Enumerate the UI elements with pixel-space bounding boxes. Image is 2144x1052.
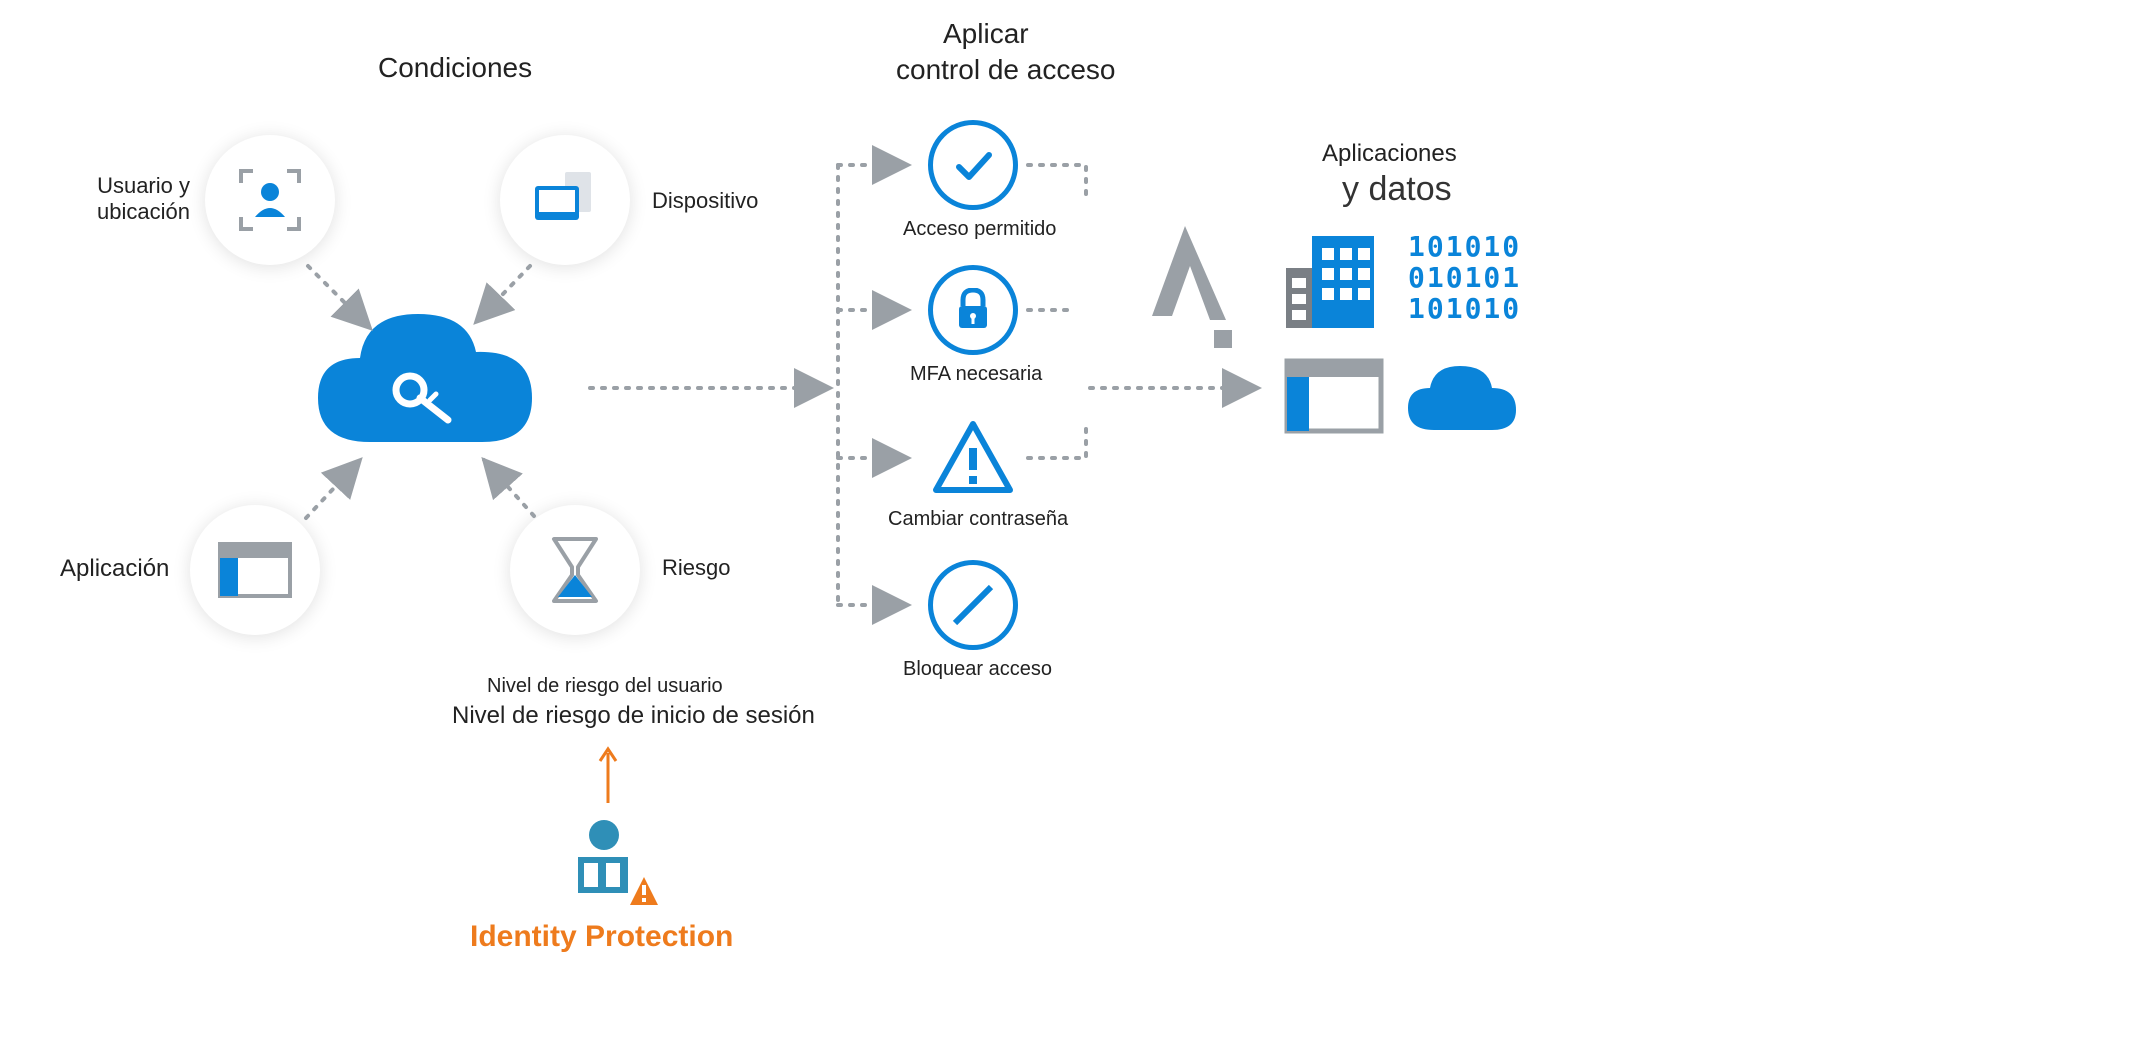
diagram-canvas: Condiciones Aplicar control de acceso Ap… — [0, 0, 2144, 1052]
connector-arrows — [0, 0, 2144, 1052]
